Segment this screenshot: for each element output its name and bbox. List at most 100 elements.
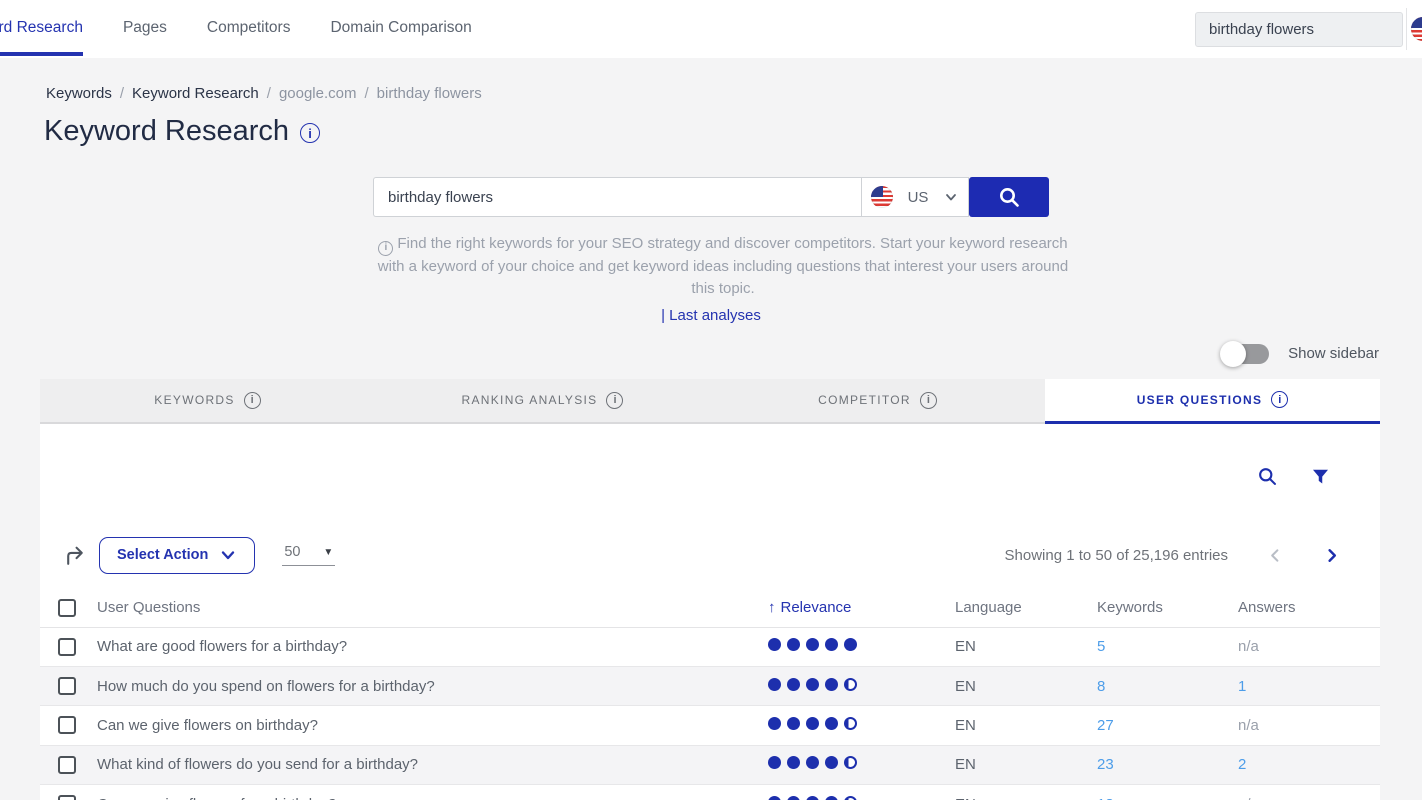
info-icon: i [244, 392, 261, 409]
nav-item-pages[interactable]: Pages [123, 0, 167, 58]
show-sidebar-toggle[interactable] [1223, 344, 1269, 364]
breadcrumb: Keywords/Keyword Research/google.com/bir… [0, 58, 1422, 102]
show-sidebar-label: Show sidebar [1288, 345, 1379, 362]
us-flag-icon[interactable] [1411, 17, 1422, 41]
info-icon: i [1271, 391, 1288, 408]
keywords-cell: 13 [1097, 796, 1238, 800]
page-size-value: 50 [284, 544, 300, 560]
row-check-cell [40, 677, 97, 695]
keywords-cell: 27 [1097, 717, 1238, 734]
relevance-dot [787, 638, 800, 651]
relevance-dot [825, 756, 838, 769]
topbar-search-input[interactable] [1195, 12, 1403, 47]
row-checkbox[interactable] [58, 638, 76, 656]
answers-value[interactable]: 1 [1238, 678, 1246, 695]
table-row: What kind of flowers do you send for a b… [40, 746, 1380, 785]
relevance-cell [768, 717, 955, 734]
nav-item-keyword-research[interactable]: Keyword Research [0, 0, 83, 58]
topbar: Keyword Research Pages Competitors Domain C… [0, 0, 1422, 58]
row-checkbox[interactable] [58, 716, 76, 734]
header-user-questions: User Questions [97, 599, 768, 616]
tab-label: USER QUESTIONS [1137, 393, 1263, 407]
row-check-cell [40, 756, 97, 774]
breadcrumb-separator: / [120, 85, 124, 102]
keywords-cell: 23 [1097, 756, 1238, 773]
tab-label: KEYWORDS [154, 393, 234, 407]
country-select[interactable]: US [861, 177, 969, 217]
keywords-count-link[interactable]: 23 [1097, 756, 1114, 773]
tab-bar: KEYWORDSiRANKING ANALYSISiCOMPETITORiUSE… [40, 379, 1380, 424]
row-checkbox[interactable] [58, 795, 76, 800]
caret-down-icon: ▼ [323, 547, 333, 558]
keywords-cell: 5 [1097, 638, 1238, 655]
info-icon: i [378, 241, 393, 256]
select-action-button[interactable]: Select Action [99, 537, 255, 574]
breadcrumb-item-keyword-research[interactable]: Keyword Research [132, 85, 259, 102]
relevance-cell [768, 756, 955, 773]
search-description: iFind the right keywords for your SEO st… [373, 233, 1073, 300]
info-icon: i [920, 392, 937, 409]
answers-cell: 1 [1238, 678, 1380, 695]
table-row: What are good flowers for a birthday?EN5… [40, 628, 1380, 667]
header-relevance-sort[interactable]: ↑ Relevance [768, 599, 851, 616]
filter-icon[interactable] [1311, 467, 1330, 486]
relevance-dots [768, 756, 857, 769]
question-text: What kind of flowers do you send for a b… [97, 756, 768, 773]
last-analyses-link[interactable]: Last analyses [669, 307, 761, 324]
relevance-dot [787, 756, 800, 769]
keywords-count-link[interactable]: 13 [1097, 796, 1114, 800]
answers-value: n/a [1238, 796, 1259, 800]
table-header: User Questions ↑ Relevance Language Keyw… [40, 589, 1380, 628]
language-cell: EN [955, 638, 1097, 655]
relevance-dot [806, 678, 819, 691]
page-size-select[interactable]: 50 ▼ [282, 544, 335, 566]
export-icon[interactable] [63, 543, 88, 568]
tab-label: RANKING ANALYSIS [462, 393, 598, 407]
row-check-cell [40, 795, 97, 800]
breadcrumb-item-keywords[interactable]: Keywords [46, 85, 112, 102]
keywords-count-link[interactable]: 8 [1097, 678, 1105, 695]
row-checkbox[interactable] [58, 677, 76, 695]
row-check-cell [40, 716, 97, 734]
nav-item-domain-comparison[interactable]: Domain Comparison [330, 0, 471, 58]
relevance-dot [825, 717, 838, 730]
info-icon[interactable]: i [300, 123, 320, 143]
answers-value[interactable]: 2 [1238, 756, 1246, 773]
keyword-search-area: US iFind the right keywords for your SEO… [373, 177, 1049, 324]
search-button[interactable] [969, 177, 1049, 217]
next-page-button[interactable] [1323, 547, 1340, 564]
relevance-dots [768, 796, 857, 800]
row-checkbox[interactable] [58, 756, 76, 774]
relevance-dots [768, 678, 857, 691]
chevron-down-icon [943, 189, 959, 205]
relevance-dot [768, 796, 781, 800]
breadcrumb-item-google.com[interactable]: google.com [279, 85, 357, 102]
sidebar-toggle-row: Show sidebar [0, 344, 1379, 364]
answers-cell: n/a [1238, 796, 1380, 800]
header-answers: Answers [1238, 599, 1380, 616]
tab-keywords[interactable]: KEYWORDS i [40, 379, 375, 424]
table-row: Can we give flowers on birthday?EN27n/a [40, 706, 1380, 745]
breadcrumb-item-birthday-flowers[interactable]: birthday flowers [377, 85, 482, 102]
relevance-cell [768, 678, 955, 695]
answers-cell: 2 [1238, 756, 1380, 773]
relevance-dot [844, 678, 857, 691]
relevance-dot [768, 638, 781, 651]
relevance-dot [768, 717, 781, 730]
tab-user-questions[interactable]: USER QUESTIONS i [1045, 379, 1380, 424]
keywords-count-link[interactable]: 27 [1097, 717, 1114, 734]
tab-competitor[interactable]: COMPETITORi [710, 379, 1045, 424]
nav-item-competitors[interactable]: Competitors [207, 0, 291, 58]
table-search-icon[interactable] [1257, 466, 1278, 487]
keywords-count-link[interactable]: 5 [1097, 638, 1105, 655]
search-icon [997, 185, 1021, 209]
page-title-text: Keyword Research [44, 115, 289, 148]
tab-ranking-analysis[interactable]: RANKING ANALYSISi [375, 379, 710, 424]
keyword-input[interactable] [373, 177, 861, 217]
relevance-dot [787, 717, 800, 730]
table-row: How much do you spend on flowers for a b… [40, 667, 1380, 706]
prev-page-button[interactable] [1267, 547, 1284, 564]
select-action-label: Select Action [117, 547, 208, 563]
select-all-checkbox[interactable] [58, 599, 76, 617]
table-body: What are good flowers for a birthday?EN5… [40, 628, 1380, 800]
